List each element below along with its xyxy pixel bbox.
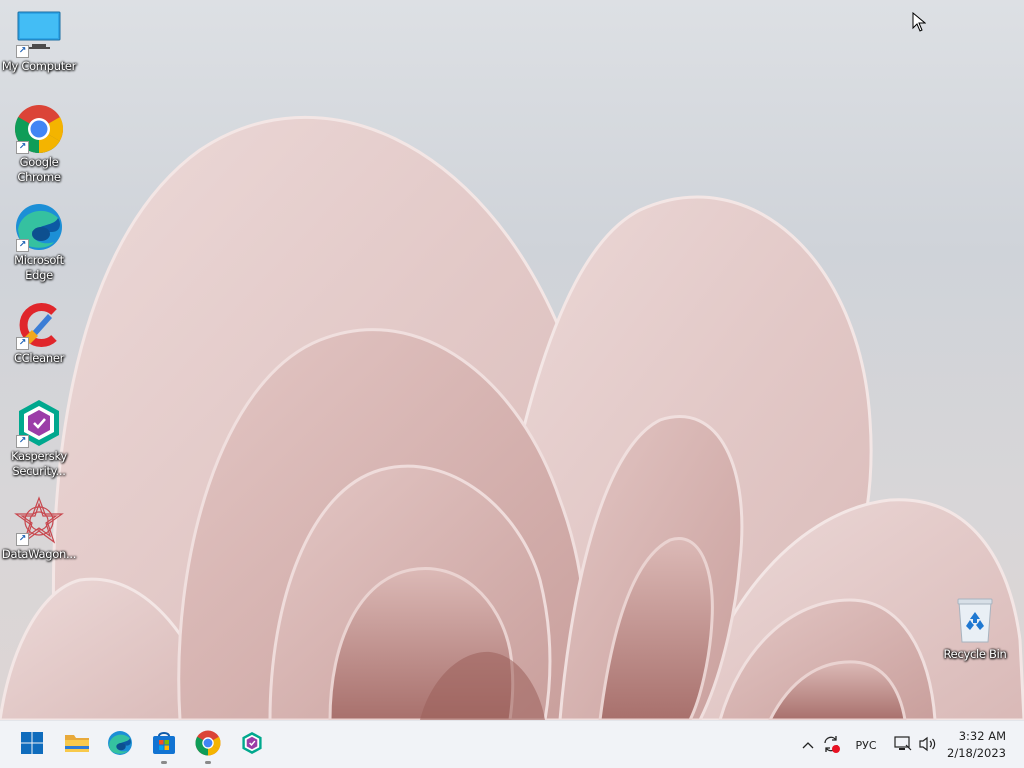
sync-alert-icon [821, 734, 841, 757]
desktop-icon-recycle-bin[interactable]: Recycle Bin [936, 596, 1014, 662]
language-indicator[interactable]: РУС [850, 733, 882, 757]
chrome-icon [195, 730, 221, 760]
desktop-wallpaper [0, 0, 1024, 720]
desktop-icon-kaspersky[interactable]: ↗ Kaspersky Security... [0, 398, 78, 479]
shortcut-arrow-icon: ↗ [16, 45, 29, 58]
network-icon [894, 735, 912, 755]
taskbar-microsoft-edge[interactable] [104, 729, 136, 761]
store-icon [151, 730, 177, 760]
desktop-icon-label: CCleaner [13, 351, 65, 365]
recycle-bin-icon [950, 596, 1000, 646]
shortcut-arrow-icon: ↗ [16, 141, 29, 154]
show-hidden-icons-button[interactable] [798, 733, 818, 757]
folder-icon [64, 731, 90, 759]
edge-icon [107, 730, 133, 760]
taskbar-microsoft-store[interactable] [148, 729, 180, 764]
taskbar-kaspersky[interactable] [236, 729, 268, 761]
clock-date: 2/18/2023 [947, 746, 1006, 760]
clock[interactable]: 3:32 AM 2/18/2023 [947, 728, 1006, 762]
chevron-up-icon [802, 739, 814, 752]
shortcut-arrow-icon: ↗ [16, 337, 29, 350]
taskbar-google-chrome[interactable] [192, 729, 224, 764]
start-button[interactable] [16, 729, 48, 761]
volume-control[interactable] [916, 733, 940, 757]
shortcut-arrow-icon: ↗ [16, 435, 29, 448]
taskbar-file-explorer[interactable] [61, 729, 93, 761]
ccleaner-icon: ↗ [14, 300, 64, 350]
clock-time: 3:32 AM [958, 729, 1006, 743]
kaspersky-icon [240, 731, 264, 759]
edge-icon: ↗ [14, 202, 64, 252]
desktop-icon-label: Kaspersky Security... [11, 449, 67, 478]
shortcut-arrow-icon: ↗ [16, 533, 29, 546]
desktop-icon-label: Recycle Bin [943, 647, 1007, 661]
datawagon-icon: ↗ [14, 496, 64, 546]
desktop-icon-ccleaner[interactable]: ↗ CCleaner [0, 300, 78, 366]
running-indicator [205, 761, 211, 764]
desktop-icon-label: Microsoft Edge [14, 253, 64, 282]
desktop-icon-datawagon[interactable]: ↗ DataWagon... [0, 496, 78, 562]
desktop-icon-label: My Computer [1, 59, 77, 73]
windows-start-icon [20, 731, 44, 759]
desktop-icon-google-chrome[interactable]: ↗ Google Chrome [0, 104, 78, 185]
desktop-icon-my-computer[interactable]: ↗ My Computer [0, 8, 78, 74]
network-status[interactable] [892, 733, 914, 757]
speaker-icon [918, 736, 938, 755]
running-indicator [161, 761, 167, 764]
desktop-icon-microsoft-edge[interactable]: ↗ Microsoft Edge [0, 202, 78, 283]
monitor-icon: ↗ [14, 8, 64, 58]
chrome-icon: ↗ [14, 104, 64, 154]
desktop-icon-label: DataWagon... [1, 547, 77, 561]
tray-sync-status[interactable] [820, 733, 842, 757]
shortcut-arrow-icon: ↗ [16, 239, 29, 252]
desktop-icon-label: Google Chrome [17, 155, 61, 184]
kaspersky-icon: ↗ [14, 398, 64, 448]
mouse-cursor-icon [912, 11, 927, 36]
taskbar: РУС 3:32 AM 2/18/2023 [0, 720, 1024, 768]
